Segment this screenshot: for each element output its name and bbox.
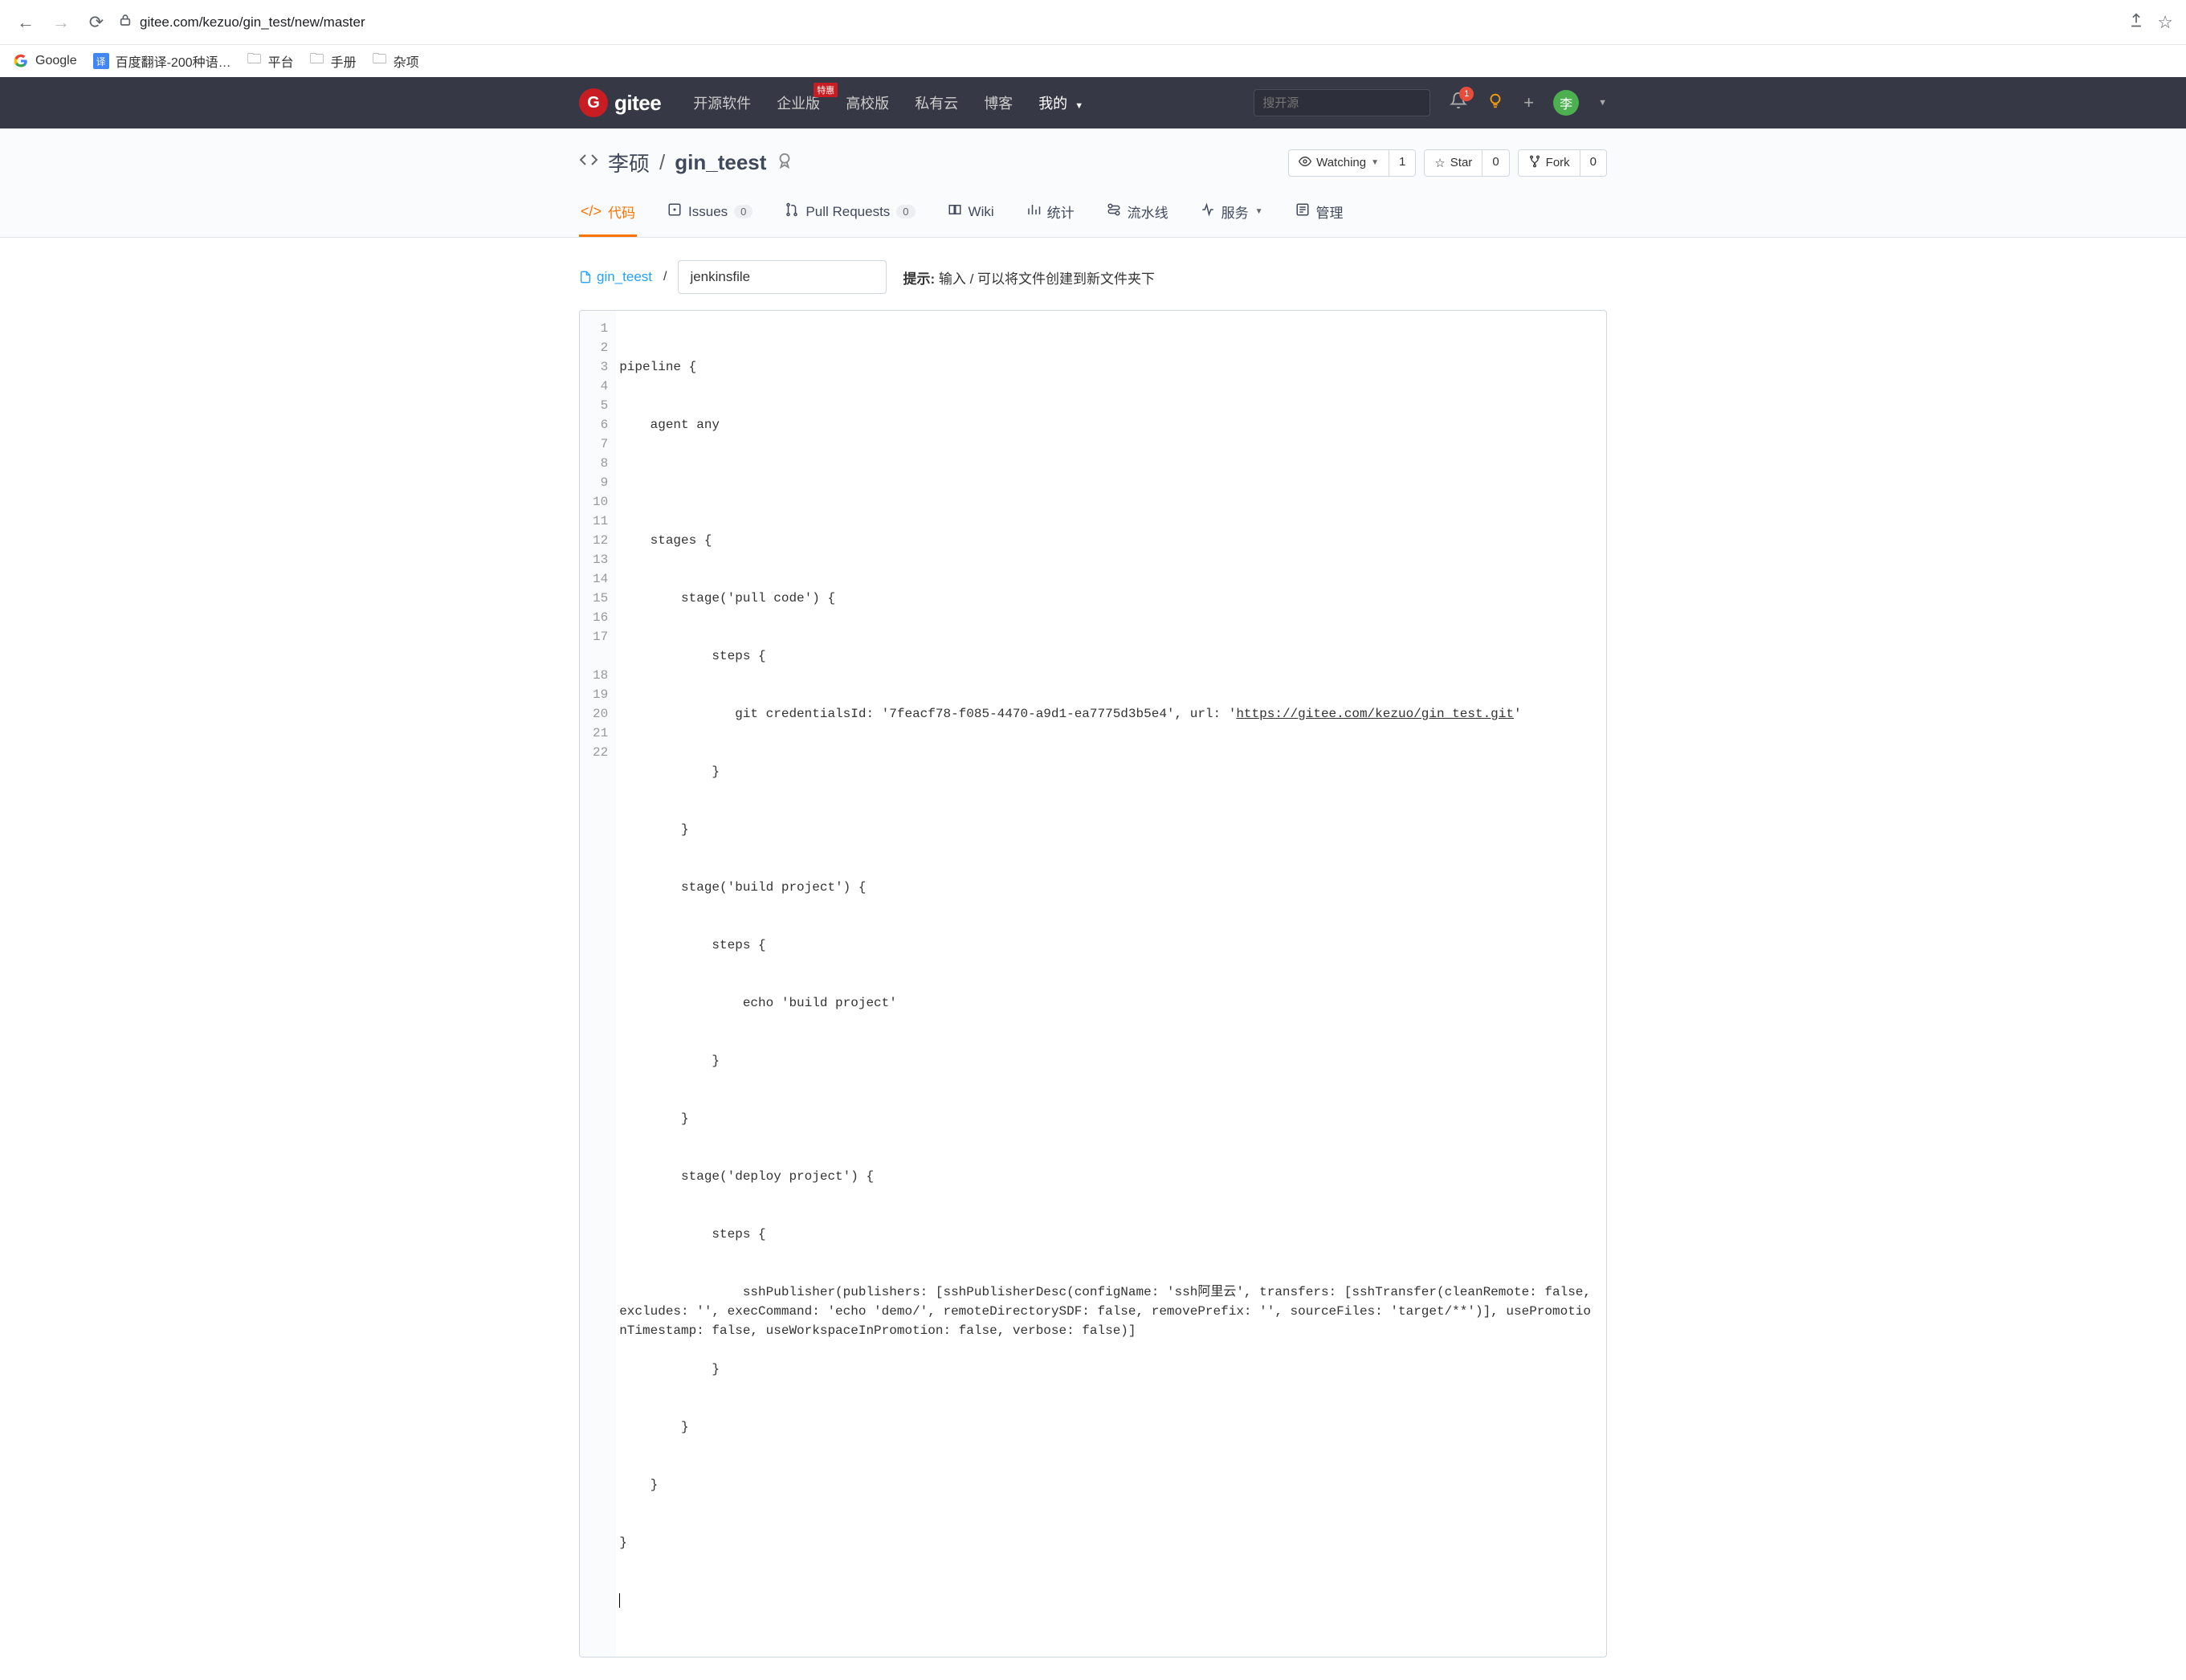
reload-button[interactable]: ⟳	[84, 10, 109, 35]
repo-title: 李硕 / gin_teest	[579, 148, 793, 177]
chevron-down-icon[interactable]: ▼	[1598, 98, 1607, 108]
nav-opensource[interactable]: 开源软件	[693, 92, 751, 113]
bulb-icon[interactable]	[1487, 92, 1504, 114]
eye-icon	[1299, 155, 1311, 171]
services-icon	[1201, 202, 1215, 221]
hint-text: 提示: 输入 / 可以将文件创建到新文件夹下	[903, 267, 1155, 287]
nav-university[interactable]: 高校版	[846, 92, 889, 113]
repo-header: 李硕 / gin_teest Watching ▼ 1	[0, 128, 2186, 238]
bookmark-translate[interactable]: 译 百度翻译-200种语…	[93, 51, 231, 71]
stats-icon	[1026, 202, 1041, 221]
star-count[interactable]: 0	[1482, 150, 1508, 176]
watching-count[interactable]: 1	[1389, 150, 1415, 176]
avatar[interactable]: 李	[1553, 90, 1579, 116]
fork-count[interactable]: 0	[1580, 150, 1606, 176]
folder-icon: 🗀	[247, 49, 262, 73]
repo-tabs: </> 代码 Issues 0 Pull Requests 0	[579, 194, 1607, 237]
filename-input[interactable]	[678, 260, 887, 294]
code-content[interactable]: pipeline { agent any stages { stage('pul…	[616, 311, 1606, 1657]
tab-pipeline[interactable]: 流水线	[1105, 194, 1170, 237]
code-brackets-icon	[579, 150, 598, 175]
enterprise-badge: 特惠	[814, 83, 838, 97]
nav-enterprise[interactable]: 企业版 特惠	[777, 92, 820, 113]
pr-count-badge: 0	[896, 205, 915, 218]
issues-icon	[667, 202, 682, 221]
star-button[interactable]: ☆ Star	[1425, 150, 1482, 176]
tab-code[interactable]: </> 代码	[579, 194, 637, 237]
gitee-logo-icon: G	[579, 88, 608, 117]
bookmark-platform[interactable]: 🗀 平台	[247, 49, 294, 73]
gitee-navbar: G gitee 开源软件 企业版 特惠 高校版 私有云 博客 我的 ▼ 1	[0, 77, 2186, 128]
star-icon: ☆	[1434, 156, 1445, 170]
repo-owner[interactable]: 李硕	[608, 148, 650, 177]
tab-pull-requests[interactable]: Pull Requests 0	[783, 194, 916, 237]
nav-private[interactable]: 私有云	[915, 92, 958, 113]
breadcrumb-root[interactable]: gin_teest	[579, 269, 652, 285]
chevron-down-icon: ▼	[1075, 101, 1083, 111]
chevron-down-icon: ▼	[1255, 207, 1263, 216]
address-bar[interactable]: gitee.com/kezuo/gin_test/new/master	[119, 14, 2119, 31]
fork-group: Fork 0	[1518, 149, 1607, 177]
lock-icon	[119, 14, 132, 31]
google-icon	[13, 53, 29, 69]
watching-group: Watching ▼ 1	[1288, 149, 1416, 177]
tab-admin[interactable]: 管理	[1294, 194, 1345, 237]
bookmark-misc[interactable]: 🗀 杂项	[373, 49, 419, 73]
watching-button[interactable]: Watching ▼	[1289, 150, 1389, 176]
gitee-logo[interactable]: G gitee	[579, 88, 661, 117]
notifications-icon[interactable]: 1	[1450, 92, 1467, 114]
code-icon: </>	[581, 203, 602, 220]
notif-badge: 1	[1459, 87, 1474, 101]
fork-button[interactable]: Fork	[1519, 150, 1580, 176]
content-area: gin_teest / 提示: 输入 / 可以将文件创建到新文件夹下 12345…	[579, 238, 1607, 1680]
medal-icon	[776, 152, 793, 174]
star-group: ☆ Star 0	[1424, 149, 1509, 177]
code-editor[interactable]: 1234567891011121314151617 1819202122 pip…	[579, 310, 1607, 1658]
bookmark-manual[interactable]: 🗀 手册	[310, 49, 357, 73]
browser-toolbar: ← → ⟳ gitee.com/kezuo/gin_test/new/maste…	[0, 0, 2186, 45]
git-url-link[interactable]: https://gitee.com/kezuo/gin_test.git	[1236, 707, 1514, 721]
plus-icon[interactable]: +	[1523, 92, 1534, 113]
translate-icon: 译	[93, 53, 109, 69]
repo-name[interactable]: gin_teest	[675, 150, 766, 175]
text-cursor	[619, 1593, 620, 1608]
tab-issues[interactable]: Issues 0	[666, 194, 754, 237]
back-button[interactable]: ←	[13, 10, 39, 35]
forward-button[interactable]: →	[48, 10, 74, 35]
pipeline-icon	[1107, 202, 1121, 221]
bookmark-star-icon[interactable]: ☆	[2157, 12, 2173, 33]
nav-blog[interactable]: 博客	[984, 92, 1013, 113]
breadcrumb: gin_teest / 提示: 输入 / 可以将文件创建到新文件夹下	[579, 260, 1607, 294]
tab-stats[interactable]: 统计	[1025, 194, 1076, 237]
chevron-down-icon: ▼	[1371, 158, 1379, 167]
nav-mine[interactable]: 我的 ▼	[1038, 92, 1083, 113]
search-box[interactable]	[1254, 89, 1430, 116]
share-icon[interactable]	[2128, 12, 2144, 33]
fork-icon	[1528, 155, 1541, 171]
tab-wiki[interactable]: Wiki	[946, 194, 996, 237]
url-text: gitee.com/kezuo/gin_test/new/master	[140, 14, 365, 31]
pr-icon	[785, 202, 799, 221]
bookmark-google[interactable]: Google	[13, 53, 77, 69]
bookmarks-bar: Google 译 百度翻译-200种语… 🗀 平台 🗀 手册 🗀 杂项	[0, 45, 2186, 77]
gitee-logo-text: gitee	[614, 91, 661, 116]
folder-icon: 🗀	[310, 49, 324, 73]
tab-services[interactable]: 服务 ▼	[1199, 194, 1265, 237]
issues-count-badge: 0	[734, 205, 752, 218]
admin-icon	[1295, 202, 1310, 221]
search-input[interactable]	[1262, 96, 1421, 110]
line-gutter: 1234567891011121314151617 1819202122	[580, 311, 616, 1657]
wiki-icon	[948, 202, 962, 221]
folder-icon: 🗀	[373, 49, 387, 73]
